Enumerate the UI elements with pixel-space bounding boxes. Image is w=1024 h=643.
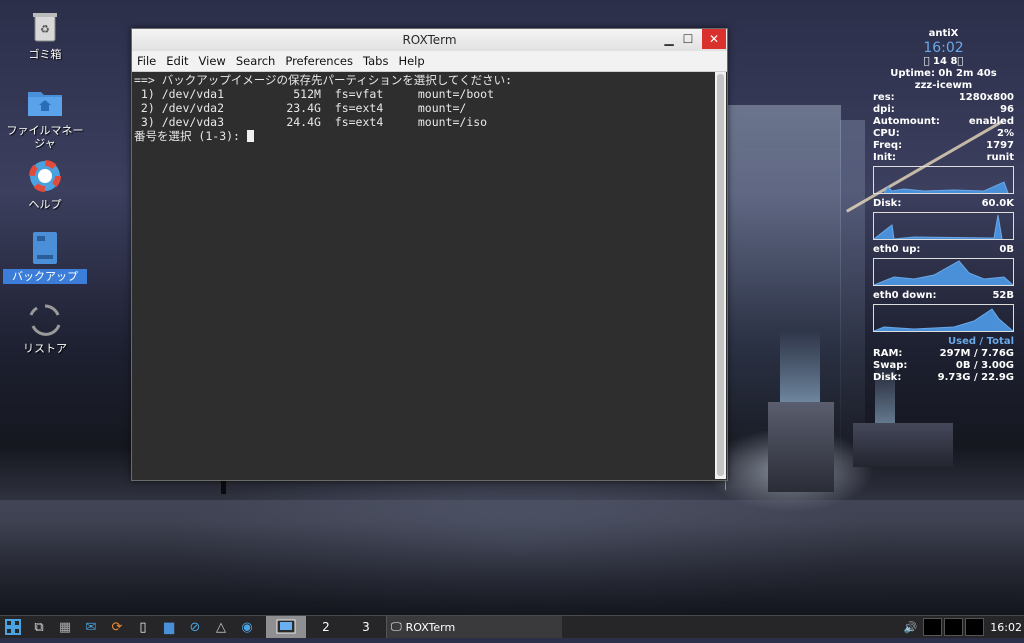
scrollbar-thumb[interactable]: [717, 74, 724, 476]
wallpaper-light-beam: [780, 330, 820, 405]
task-label: ROXTerm: [405, 620, 456, 634]
cpu-graph: [873, 166, 1014, 194]
workspace-3[interactable]: 3: [346, 616, 386, 638]
start-menu-icon[interactable]: [3, 618, 23, 636]
stat-row: dpi: 96: [873, 104, 1014, 115]
monitor-uptime: Uptime: 0h 2m 40s: [890, 68, 997, 79]
terminal-scrollbar[interactable]: [715, 72, 726, 479]
no-entry-icon[interactable]: ⊘: [185, 618, 205, 636]
stat-row: Init: runit: [873, 152, 1014, 163]
minimize-button[interactable]: ▁: [660, 31, 678, 47]
mail-icon[interactable]: ✉: [81, 618, 101, 636]
backup-device-icon: [27, 230, 63, 266]
terminal-line: ==> バックアップイメージの保存先パーティションを選択してください:: [134, 73, 513, 87]
window-titlebar[interactable]: ROXTerm ▁ ☐ ✕: [132, 29, 727, 51]
wallpaper-floor: [0, 500, 1024, 615]
disk-io-row: Disk: 60.0K: [873, 198, 1014, 209]
monitor-date:   14 8 : [923, 56, 964, 67]
menu-file[interactable]: File: [132, 54, 161, 68]
wallpaper-glass-panel: [725, 105, 841, 490]
update-icon[interactable]: ◉: [237, 618, 257, 636]
task-button-roxterm[interactable]: 🖵 ROXTerm: [386, 616, 562, 638]
svg-text:♻: ♻: [40, 23, 50, 36]
disk-graph: [873, 212, 1014, 240]
usage-row: Disk: 9.73G / 22.9G: [873, 372, 1014, 383]
refresh-app-icon[interactable]: ⟳: [107, 618, 127, 636]
stat-row: Automount: enabled: [873, 116, 1014, 127]
monitor-wm: zzz-icewm: [914, 80, 973, 91]
menu-search[interactable]: Search: [231, 54, 281, 68]
usage-row: Swap: 0B / 3.00G: [873, 360, 1014, 371]
restore-icon: [27, 302, 63, 338]
desktop-icon-file-manager[interactable]: ファイルマネージャ: [3, 84, 87, 151]
taskbar: ⧉ ▦ ✉ ⟳ ▯ ▆ ⊘ △ ◉ 2 3 🖵 ROXTerm 🔊 16:02: [0, 615, 1024, 638]
eth-down-row: eth0 down: 52B: [873, 290, 1014, 301]
mouse-icon[interactable]: ▯: [133, 618, 153, 636]
terminal-line: 2) /dev/vda2 23.4G fs=ext4 mount=/: [134, 101, 467, 115]
wallpaper-block: [768, 402, 834, 492]
cpu-monitor-icon: [923, 618, 943, 636]
terminal-prompt: 番号を選択 (1-3):: [134, 129, 247, 143]
lifebuoy-icon: [27, 158, 63, 194]
menu-edit[interactable]: Edit: [161, 54, 193, 68]
show-desktop-icon[interactable]: ▦: [55, 618, 75, 636]
desktop-icon-label: ファイルマネージャ: [6, 124, 84, 150]
wallpaper-glass-panel-2: [840, 120, 865, 490]
terminal-line: 1) /dev/vda1 512M fs=vfat mount=/boot: [134, 87, 495, 101]
desktop-icon-restore[interactable]: リストア: [3, 302, 87, 356]
terminal-line: 3) /dev/vda3 24.4G fs=ext4 mount=/iso: [134, 115, 488, 129]
eth-down-graph: [873, 304, 1014, 332]
eth-up-row: eth0 up: 0B: [873, 244, 1014, 255]
menu-tabs[interactable]: Tabs: [358, 54, 393, 68]
volume-icon[interactable]: 🔊: [904, 621, 918, 634]
desktop-icon-label: バックアップ: [3, 269, 87, 284]
taskbar-clock[interactable]: 16:02: [990, 621, 1022, 634]
folder-icon[interactable]: ▆: [159, 618, 179, 636]
desktop-icon-help[interactable]: ヘルプ: [3, 158, 87, 212]
desktop-icon-label: リストア: [23, 342, 67, 355]
terminal-output[interactable]: ==> バックアップイメージの保存先パーティションを選択してください: 1) /…: [132, 72, 714, 479]
stat-row: res: 1280x800: [873, 92, 1014, 103]
menu-help[interactable]: Help: [393, 54, 429, 68]
desktop-icon-backup[interactable]: バックアップ: [3, 230, 87, 284]
system-monitor: antiX 16:02   14 8  Uptime: 0h 2m 40s zz…: [873, 28, 1014, 384]
monitor-time: 16:02: [923, 40, 964, 56]
window-list-icon[interactable]: ⧉: [29, 618, 49, 636]
text-cursor: [246, 130, 254, 142]
stat-row: CPU: 2%: [873, 128, 1014, 139]
eth-up-graph: [873, 258, 1014, 286]
desktop-icon-label: ゴミ箱: [28, 48, 62, 61]
wallpaper-block-2: [853, 423, 953, 467]
system-tray: 🔊 16:02: [904, 616, 1024, 638]
menu-bar: File Edit View Search Preferences Tabs H…: [132, 51, 727, 72]
terminal-window[interactable]: ROXTerm ▁ ☐ ✕ File Edit View Search Pref…: [131, 28, 728, 481]
package-icon[interactable]: △: [211, 618, 231, 636]
usage-header: Used / Total: [948, 336, 1014, 347]
maximize-button[interactable]: ☐: [679, 31, 697, 47]
monitor-hostname: antiX: [928, 28, 959, 39]
folder-home-icon: [27, 84, 63, 120]
workspace-preview-icon: [276, 619, 296, 634]
usage-row: RAM: 297M / 7.76G: [873, 348, 1014, 359]
workspace-1[interactable]: [266, 616, 306, 638]
trash-icon: ♻: [27, 8, 63, 44]
menu-preferences[interactable]: Preferences: [280, 54, 358, 68]
desktop-icon-label: ヘルプ: [28, 198, 62, 211]
menu-view[interactable]: View: [194, 54, 231, 68]
workspace-2[interactable]: 2: [306, 616, 346, 638]
close-button[interactable]: ✕: [702, 29, 726, 49]
memory-monitor-icon: [944, 618, 964, 636]
terminal-icon: 🖵: [391, 620, 402, 633]
stat-row: Freq: 1797: [873, 140, 1014, 151]
window-title: ROXTerm: [402, 33, 457, 47]
network-monitor-icon: [965, 618, 985, 636]
desktop-icon-trash[interactable]: ♻ ゴミ箱: [3, 8, 87, 62]
